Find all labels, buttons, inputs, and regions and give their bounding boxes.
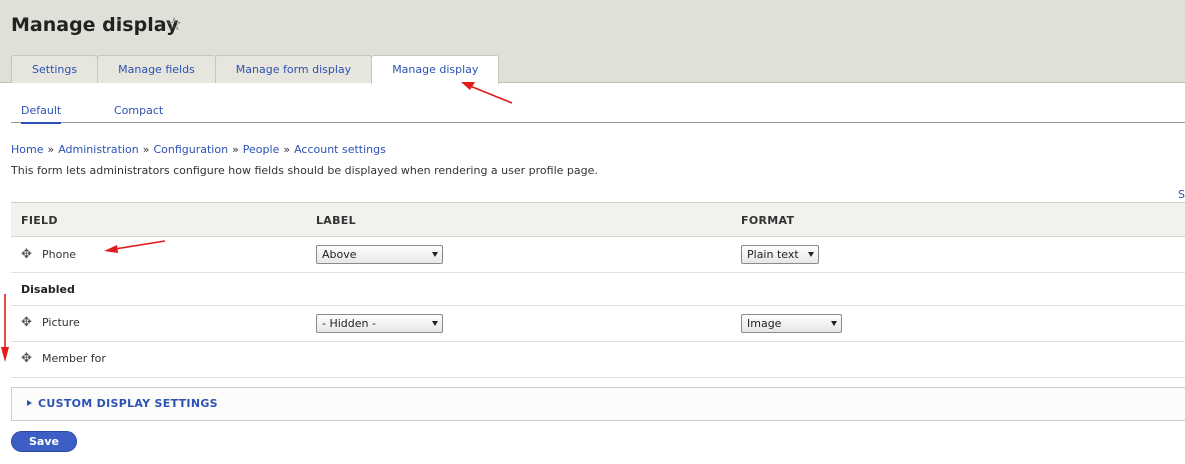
chevron-down-icon (808, 252, 814, 257)
region-title-disabled: Disabled (21, 283, 75, 296)
drag-handle-icon[interactable]: ✥ (21, 316, 32, 329)
label-select[interactable]: Above (316, 245, 443, 264)
page-description: This form lets administrators configure … (11, 164, 598, 177)
field-name: Phone (42, 248, 77, 261)
breadcrumb-separator: » (47, 143, 55, 156)
breadcrumb-separator: » (232, 143, 239, 156)
column-header-format: FORMAT (741, 214, 795, 227)
annotation-arrow-down (1, 294, 9, 362)
tab-manage-fields[interactable]: Manage fields (97, 55, 216, 83)
format-select[interactable]: Image (741, 314, 842, 333)
secondary-tabs: Default Compact (11, 100, 1185, 124)
table-row: ✥ Phone Above Plain text (11, 237, 1185, 273)
tab-settings[interactable]: Settings (11, 55, 99, 83)
label-select-value: - Hidden - (322, 317, 376, 330)
breadcrumb-people[interactable]: People (243, 143, 280, 156)
tab-manage-display[interactable]: Manage display (371, 55, 500, 84)
custom-display-settings-details[interactable]: CUSTOM DISPLAY SETTINGS (11, 387, 1185, 421)
drag-handle-icon[interactable]: ✥ (21, 248, 32, 261)
label-select[interactable]: - Hidden - (316, 314, 443, 333)
page-header: Manage display ☆ Settings Manage fields … (0, 0, 1185, 84)
breadcrumb-separator: » (142, 143, 150, 156)
breadcrumb-configuration[interactable]: Configuration (153, 143, 228, 156)
table-header: FIELD LABEL FORMAT (11, 203, 1185, 237)
region-row: Disabled (11, 273, 1185, 306)
page-title: Manage display (11, 14, 179, 36)
format-select-value: Plain text (747, 248, 799, 261)
breadcrumb-administration[interactable]: Administration (58, 143, 139, 156)
chevron-down-icon (432, 321, 438, 326)
breadcrumb-account-settings[interactable]: Account settings (294, 143, 386, 156)
field-display-table: FIELD LABEL FORMAT ✥ Phone Above Plain t… (11, 202, 1185, 378)
table-row: ✥ Member for (11, 342, 1185, 378)
label-select-value: Above (322, 248, 357, 261)
chevron-down-icon (831, 321, 837, 326)
primary-tabs: Settings Manage fields Manage form displ… (11, 55, 500, 84)
subtab-compact[interactable]: Compact (114, 104, 163, 117)
star-outline-icon[interactable]: ☆ (166, 16, 182, 34)
show-row-weights-link[interactable]: S (1178, 188, 1185, 201)
details-summary[interactable]: CUSTOM DISPLAY SETTINGS (38, 397, 218, 410)
drag-handle-icon[interactable]: ✥ (21, 352, 32, 365)
table-row: ✥ Picture - Hidden - Image (11, 306, 1185, 342)
breadcrumb: Home» Administration» Configuration» People… (11, 143, 386, 156)
disclosure-triangle-icon (27, 400, 32, 406)
subtab-default[interactable]: Default (21, 104, 62, 124)
format-select[interactable]: Plain text (741, 245, 819, 264)
save-button[interactable]: Save (11, 431, 77, 452)
tab-manage-form-display[interactable]: Manage form display (214, 55, 373, 83)
field-name: Picture (42, 316, 80, 329)
column-header-label: LABEL (316, 214, 356, 227)
breadcrumb-separator: » (283, 143, 291, 156)
field-name: Member for (42, 352, 106, 365)
breadcrumb-home[interactable]: Home (11, 143, 43, 156)
column-header-field: FIELD (21, 214, 58, 227)
chevron-down-icon (432, 252, 438, 257)
format-select-value: Image (747, 317, 782, 330)
